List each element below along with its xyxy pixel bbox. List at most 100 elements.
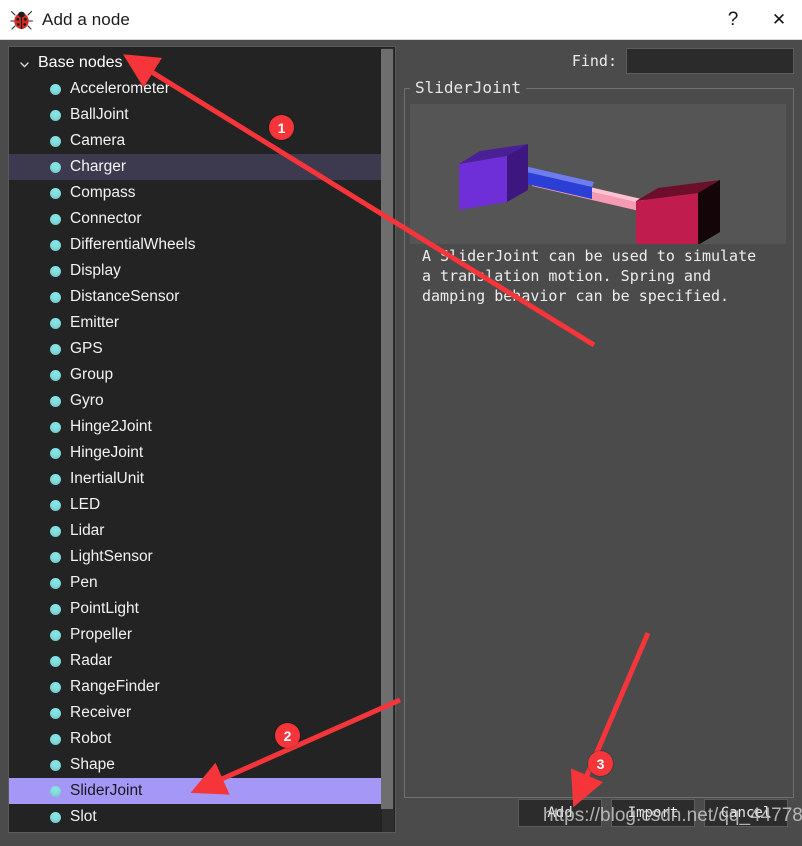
tree-item-label: Robot xyxy=(70,730,112,747)
tree-item-balljoint[interactable]: BallJoint xyxy=(9,102,383,128)
tree-item-receiver[interactable]: Receiver xyxy=(9,700,383,726)
tree-item-propeller[interactable]: Propeller xyxy=(9,622,383,648)
tree-item-differentialwheels[interactable]: DifferentialWheels xyxy=(9,232,383,258)
tree-root-base-nodes[interactable]: Base nodes xyxy=(9,50,383,76)
slider-joint-3d-preview xyxy=(410,104,786,253)
node-bullet-icon xyxy=(50,83,61,95)
node-bullet-icon xyxy=(50,239,61,251)
node-tree-panel[interactable]: Base nodes Accelerometer BallJoint Camera C… xyxy=(8,46,396,833)
cancel-button[interactable]: Cancel xyxy=(704,799,788,827)
tree-item-label: Compass xyxy=(70,184,136,201)
tree-item-rangefinder[interactable]: RangeFinder xyxy=(9,674,383,700)
tree-item-hinge2joint[interactable]: Hinge2Joint xyxy=(9,414,383,440)
tree-item-label: Hinge2Joint xyxy=(70,418,152,435)
node-bullet-icon xyxy=(50,629,61,641)
tree-item-group[interactable]: Group xyxy=(9,362,383,388)
find-row: Find: xyxy=(572,48,794,74)
tree-item-shape[interactable]: Shape xyxy=(9,752,383,778)
node-bullet-icon xyxy=(50,161,61,173)
tree-root-label: Base nodes xyxy=(38,54,123,71)
node-bullet-icon xyxy=(50,135,61,147)
tree-item-label: BallJoint xyxy=(70,106,129,123)
node-bullet-icon xyxy=(50,291,61,303)
tree-item-charger[interactable]: Charger xyxy=(9,154,383,180)
tree-item-display[interactable]: Display xyxy=(9,258,383,284)
tree-item-label: Accelerometer xyxy=(70,80,170,97)
tree-item-label: Connector xyxy=(70,210,142,227)
tree-item-robot[interactable]: Robot xyxy=(9,726,383,752)
tree-item-label: HingeJoint xyxy=(70,444,144,461)
tree-item-hingejoint[interactable]: HingeJoint xyxy=(9,440,383,466)
tree-item-label: PointLight xyxy=(70,600,139,617)
node-bullet-icon xyxy=(50,603,61,615)
tree-item-connector[interactable]: Connector xyxy=(9,206,383,232)
tree-item-label: Camera xyxy=(70,132,126,149)
tree-item-label: Lidar xyxy=(70,522,105,539)
tree-item-label: Propeller xyxy=(70,626,133,643)
tree-item-accelerometer[interactable]: Accelerometer xyxy=(9,76,383,102)
node-bullet-icon xyxy=(50,733,61,745)
tree-item-camera[interactable]: Camera xyxy=(9,128,383,154)
node-bullet-icon xyxy=(50,265,61,277)
tree-item-compass[interactable]: Compass xyxy=(9,180,383,206)
node-bullet-icon xyxy=(50,473,61,485)
window-title-bar: Add a node ? ✕ xyxy=(0,0,802,40)
tree-item-slot[interactable]: Slot xyxy=(9,804,383,830)
ladybug-icon xyxy=(10,9,34,31)
tree-item-led[interactable]: LED xyxy=(9,492,383,518)
tree-item-label: Emitter xyxy=(70,314,120,331)
node-bullet-icon xyxy=(50,681,61,693)
tree-item-sliderjoint[interactable]: SliderJoint xyxy=(9,778,383,804)
tree-scrollbar-thumb[interactable] xyxy=(381,49,393,809)
node-tree-list: Base nodes Accelerometer BallJoint Camera C… xyxy=(9,47,383,830)
node-bullet-icon xyxy=(50,577,61,589)
tree-item-lidar[interactable]: Lidar xyxy=(9,518,383,544)
tree-item-label: LightSensor xyxy=(70,548,153,565)
tree-item-distancesensor[interactable]: DistanceSensor xyxy=(9,284,383,310)
tree-item-inertialunit[interactable]: InertialUnit xyxy=(9,466,383,492)
node-bullet-icon xyxy=(50,707,61,719)
tree-item-label: Radar xyxy=(70,652,113,669)
tree-item-label: SliderJoint xyxy=(70,782,143,799)
chevron-down-icon[interactable] xyxy=(18,58,31,71)
tree-item-radar[interactable]: Radar xyxy=(9,648,383,674)
node-bullet-icon xyxy=(50,759,61,771)
node-details-panel: Find: SliderJoint A SliderJoint can be u… xyxy=(404,46,794,833)
node-bullet-icon xyxy=(50,811,61,823)
tree-scrollbar-track[interactable] xyxy=(381,48,394,832)
node-bullet-icon xyxy=(50,317,61,329)
node-bullet-icon xyxy=(50,109,61,121)
window-controls: ? ✕ xyxy=(710,0,802,40)
tree-item-label: RangeFinder xyxy=(70,678,160,695)
tree-item-label: Receiver xyxy=(70,704,132,721)
close-button[interactable]: ✕ xyxy=(756,0,802,40)
node-bullet-icon xyxy=(50,187,61,199)
tree-item-label: InertialUnit xyxy=(70,470,145,487)
node-bullet-icon xyxy=(50,395,61,407)
tree-item-pointlight[interactable]: PointLight xyxy=(9,596,383,622)
search-input[interactable] xyxy=(626,48,794,74)
import-button[interactable]: Import xyxy=(611,799,695,827)
tree-item-gyro[interactable]: Gyro xyxy=(9,388,383,414)
node-bullet-icon xyxy=(50,785,61,797)
tree-item-pen[interactable]: Pen xyxy=(9,570,383,596)
tree-item-label: Slot xyxy=(70,808,97,825)
node-description: A SliderJoint can be used to simulate a … xyxy=(422,247,757,305)
add-button[interactable]: Add xyxy=(518,799,602,827)
node-bullet-icon xyxy=(50,213,61,225)
help-button[interactable]: ? xyxy=(710,0,756,40)
dialog-button-row: Add Import Cancel xyxy=(518,799,788,827)
node-bullet-icon xyxy=(50,447,61,459)
tree-item-label: LED xyxy=(70,496,101,513)
node-info-title: SliderJoint xyxy=(410,79,526,97)
tree-item-lightsensor[interactable]: LightSensor xyxy=(9,544,383,570)
tree-item-label: Charger xyxy=(70,158,126,175)
node-bullet-icon xyxy=(50,499,61,511)
find-label: Find: xyxy=(571,52,617,70)
tree-item-label: GPS xyxy=(70,340,103,357)
tree-item-label: Group xyxy=(70,366,114,383)
tree-item-label: Shape xyxy=(70,756,115,773)
tree-item-label: Display xyxy=(70,262,121,279)
tree-item-gps[interactable]: GPS xyxy=(9,336,383,362)
tree-item-emitter[interactable]: Emitter xyxy=(9,310,383,336)
